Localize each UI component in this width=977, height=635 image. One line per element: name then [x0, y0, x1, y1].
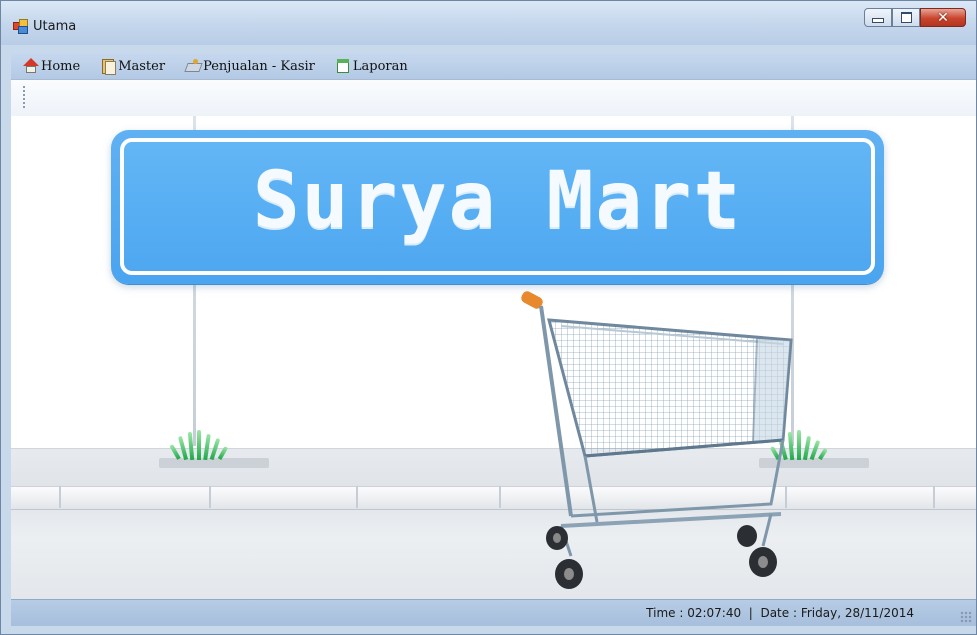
- minimize-button[interactable]: [864, 8, 892, 27]
- maximize-button[interactable]: [892, 8, 920, 27]
- curb-seam: [356, 486, 358, 508]
- cashier-icon: [184, 58, 203, 74]
- tool-strip: [11, 80, 976, 116]
- app-icon: [13, 19, 28, 34]
- menu-item-label: Master: [118, 58, 166, 74]
- time-value: 02:07:40: [687, 606, 742, 620]
- menu-item-laporan[interactable]: Laporan: [335, 55, 408, 77]
- menu-item-label: Home: [41, 58, 81, 74]
- store-sign: Surya Mart: [111, 130, 884, 284]
- status-datetime: Time : 02:07:40 | Date : Friday, 28/11/2…: [646, 606, 914, 620]
- menu-item-home[interactable]: Home: [23, 55, 80, 77]
- window-controls: ✕: [864, 8, 966, 28]
- status-separator: |: [748, 606, 753, 620]
- curb-seam: [933, 486, 935, 508]
- home-icon: [23, 58, 39, 74]
- curb-seam: [59, 486, 61, 508]
- shopping-cart-illustration: [521, 291, 793, 589]
- status-bar: Time : 02:07:40 | Date : Friday, 28/11/2…: [11, 599, 976, 626]
- folder-icon: [100, 58, 117, 75]
- window-title: Utama: [33, 19, 77, 34]
- minimize-icon: [872, 18, 884, 23]
- curb: [11, 486, 976, 510]
- date-value: Friday, 28/11/2014: [800, 606, 914, 620]
- menu-item-label: Laporan: [352, 58, 408, 74]
- store-sign-panel: Surya Mart: [120, 138, 875, 275]
- close-button[interactable]: ✕: [920, 8, 966, 27]
- menu-bar: Home Master Penjualan - Kasir Laporan: [11, 53, 976, 80]
- menu-item-label: Penjualan - Kasir: [203, 58, 315, 74]
- store-name: Surya Mart: [252, 155, 743, 246]
- report-icon: [335, 58, 351, 74]
- time-label: Time :: [646, 606, 684, 620]
- main-window: Utama ✕ Home Master Penjualan - Kasir La…: [0, 0, 977, 635]
- toolstrip-grip[interactable]: [23, 86, 25, 108]
- maximize-icon: [900, 12, 912, 23]
- floor: [11, 448, 976, 599]
- date-label: Date :: [760, 606, 797, 620]
- menu-item-master[interactable]: Master: [100, 55, 165, 77]
- resize-grip[interactable]: [960, 611, 972, 623]
- main-background-image: Surya Mart: [11, 116, 976, 599]
- grass-tuft: [169, 430, 235, 461]
- menu-item-penjualan-kasir[interactable]: Penjualan - Kasir: [184, 55, 315, 77]
- curb-seam: [209, 486, 211, 508]
- close-icon: ✕: [937, 9, 949, 26]
- title-bar[interactable]: Utama ✕: [1, 1, 976, 45]
